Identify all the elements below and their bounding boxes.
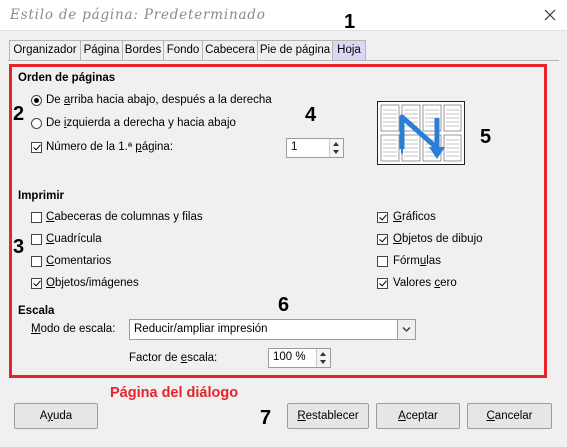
callout-7: 7 [260, 407, 272, 429]
print-heading: Imprimir [18, 190, 65, 202]
close-icon[interactable] [540, 5, 560, 25]
first-page-number-checkbox[interactable] [31, 142, 42, 153]
radio-top-to-bottom-label[interactable]: De arriba hacia abajo, después a la dere… [46, 94, 272, 106]
tab-fondo[interactable]: Fondo [163, 40, 203, 60]
checkbox-grid[interactable] [31, 234, 42, 245]
reset-button[interactable]: Restablecer [287, 403, 369, 429]
tab-cabecera[interactable]: Cabecera [202, 40, 258, 60]
tab-pagina[interactable]: Página [80, 40, 123, 60]
scale-heading: Escala [18, 305, 55, 317]
checkbox-grid-label[interactable]: Cuadrícula [46, 233, 102, 245]
checkbox-zero-values[interactable] [377, 278, 388, 289]
checkbox-drawing-objects[interactable] [377, 234, 388, 245]
tab-organizador[interactable]: Organizador [9, 40, 81, 60]
first-page-number-label[interactable]: Número de la 1.ª página: [46, 141, 173, 153]
dialog-page-caption: Página del diálogo [110, 385, 239, 401]
checkbox-comments-label[interactable]: Comentarios [46, 255, 111, 267]
checkbox-formulas[interactable] [377, 256, 388, 267]
first-page-number-value: 1 [291, 141, 298, 153]
ok-button[interactable]: Aceptar [376, 403, 460, 429]
spin-up-icon[interactable] [333, 142, 339, 146]
checkbox-objects-images-label[interactable]: Objetos/imágenes [46, 277, 139, 289]
spin-up-icon[interactable] [320, 352, 326, 356]
cancel-button[interactable]: Cancelar [467, 403, 552, 429]
window-title: Estilo de página: Predeterminado [10, 7, 266, 23]
radio-top-to-bottom[interactable] [31, 95, 42, 106]
tab-bordes[interactable]: Bordes [122, 40, 164, 60]
chevron-down-icon [402, 327, 411, 332]
checkbox-objects-images[interactable] [31, 278, 42, 289]
scale-mode-label: Modo de escala: [31, 323, 116, 335]
spin-down-icon[interactable] [333, 150, 339, 154]
checkbox-charts-label[interactable]: Gráficos [393, 211, 436, 223]
scale-mode-select[interactable]: Reducir/ampliar impresión [129, 319, 416, 340]
spinner-buttons[interactable] [316, 349, 330, 367]
checkbox-charts[interactable] [377, 212, 388, 223]
tab-pie-de-pagina[interactable]: Pie de página [257, 40, 333, 60]
page-order-preview-icon [377, 101, 465, 165]
page-order-heading: Orden de páginas [18, 72, 116, 84]
spinner-buttons[interactable] [329, 139, 343, 157]
checkbox-comments[interactable] [31, 256, 42, 267]
radio-left-to-right[interactable] [31, 118, 42, 129]
tab-hoja[interactable]: Hoja [332, 40, 366, 60]
checkbox-headers-label[interactable]: Cabeceras de columnas y filas [46, 211, 203, 223]
tab-divider [8, 60, 559, 61]
scale-factor-label: Factor de escala: [129, 352, 218, 364]
checkbox-zero-values-label[interactable]: Valores cero [393, 277, 457, 289]
radio-left-to-right-label[interactable]: De izquierda a derecha y hacia abajo [46, 117, 236, 129]
scale-mode-value: Reducir/ampliar impresión [134, 323, 268, 335]
first-page-number-spinner[interactable]: 1 [286, 138, 344, 158]
checkbox-drawing-objects-label[interactable]: Objetos de dibujo [393, 233, 483, 245]
checkbox-formulas-label[interactable]: Fórmulas [393, 255, 441, 267]
spin-down-icon[interactable] [320, 360, 326, 364]
help-button[interactable]: Ayuda [14, 403, 98, 429]
scale-mode-dropdown-button[interactable] [397, 320, 415, 339]
callout-1: 1 [344, 11, 356, 33]
scale-factor-spinner[interactable]: 100 % [268, 348, 331, 368]
checkbox-headers[interactable] [31, 212, 42, 223]
scale-factor-value: 100 % [273, 351, 306, 363]
